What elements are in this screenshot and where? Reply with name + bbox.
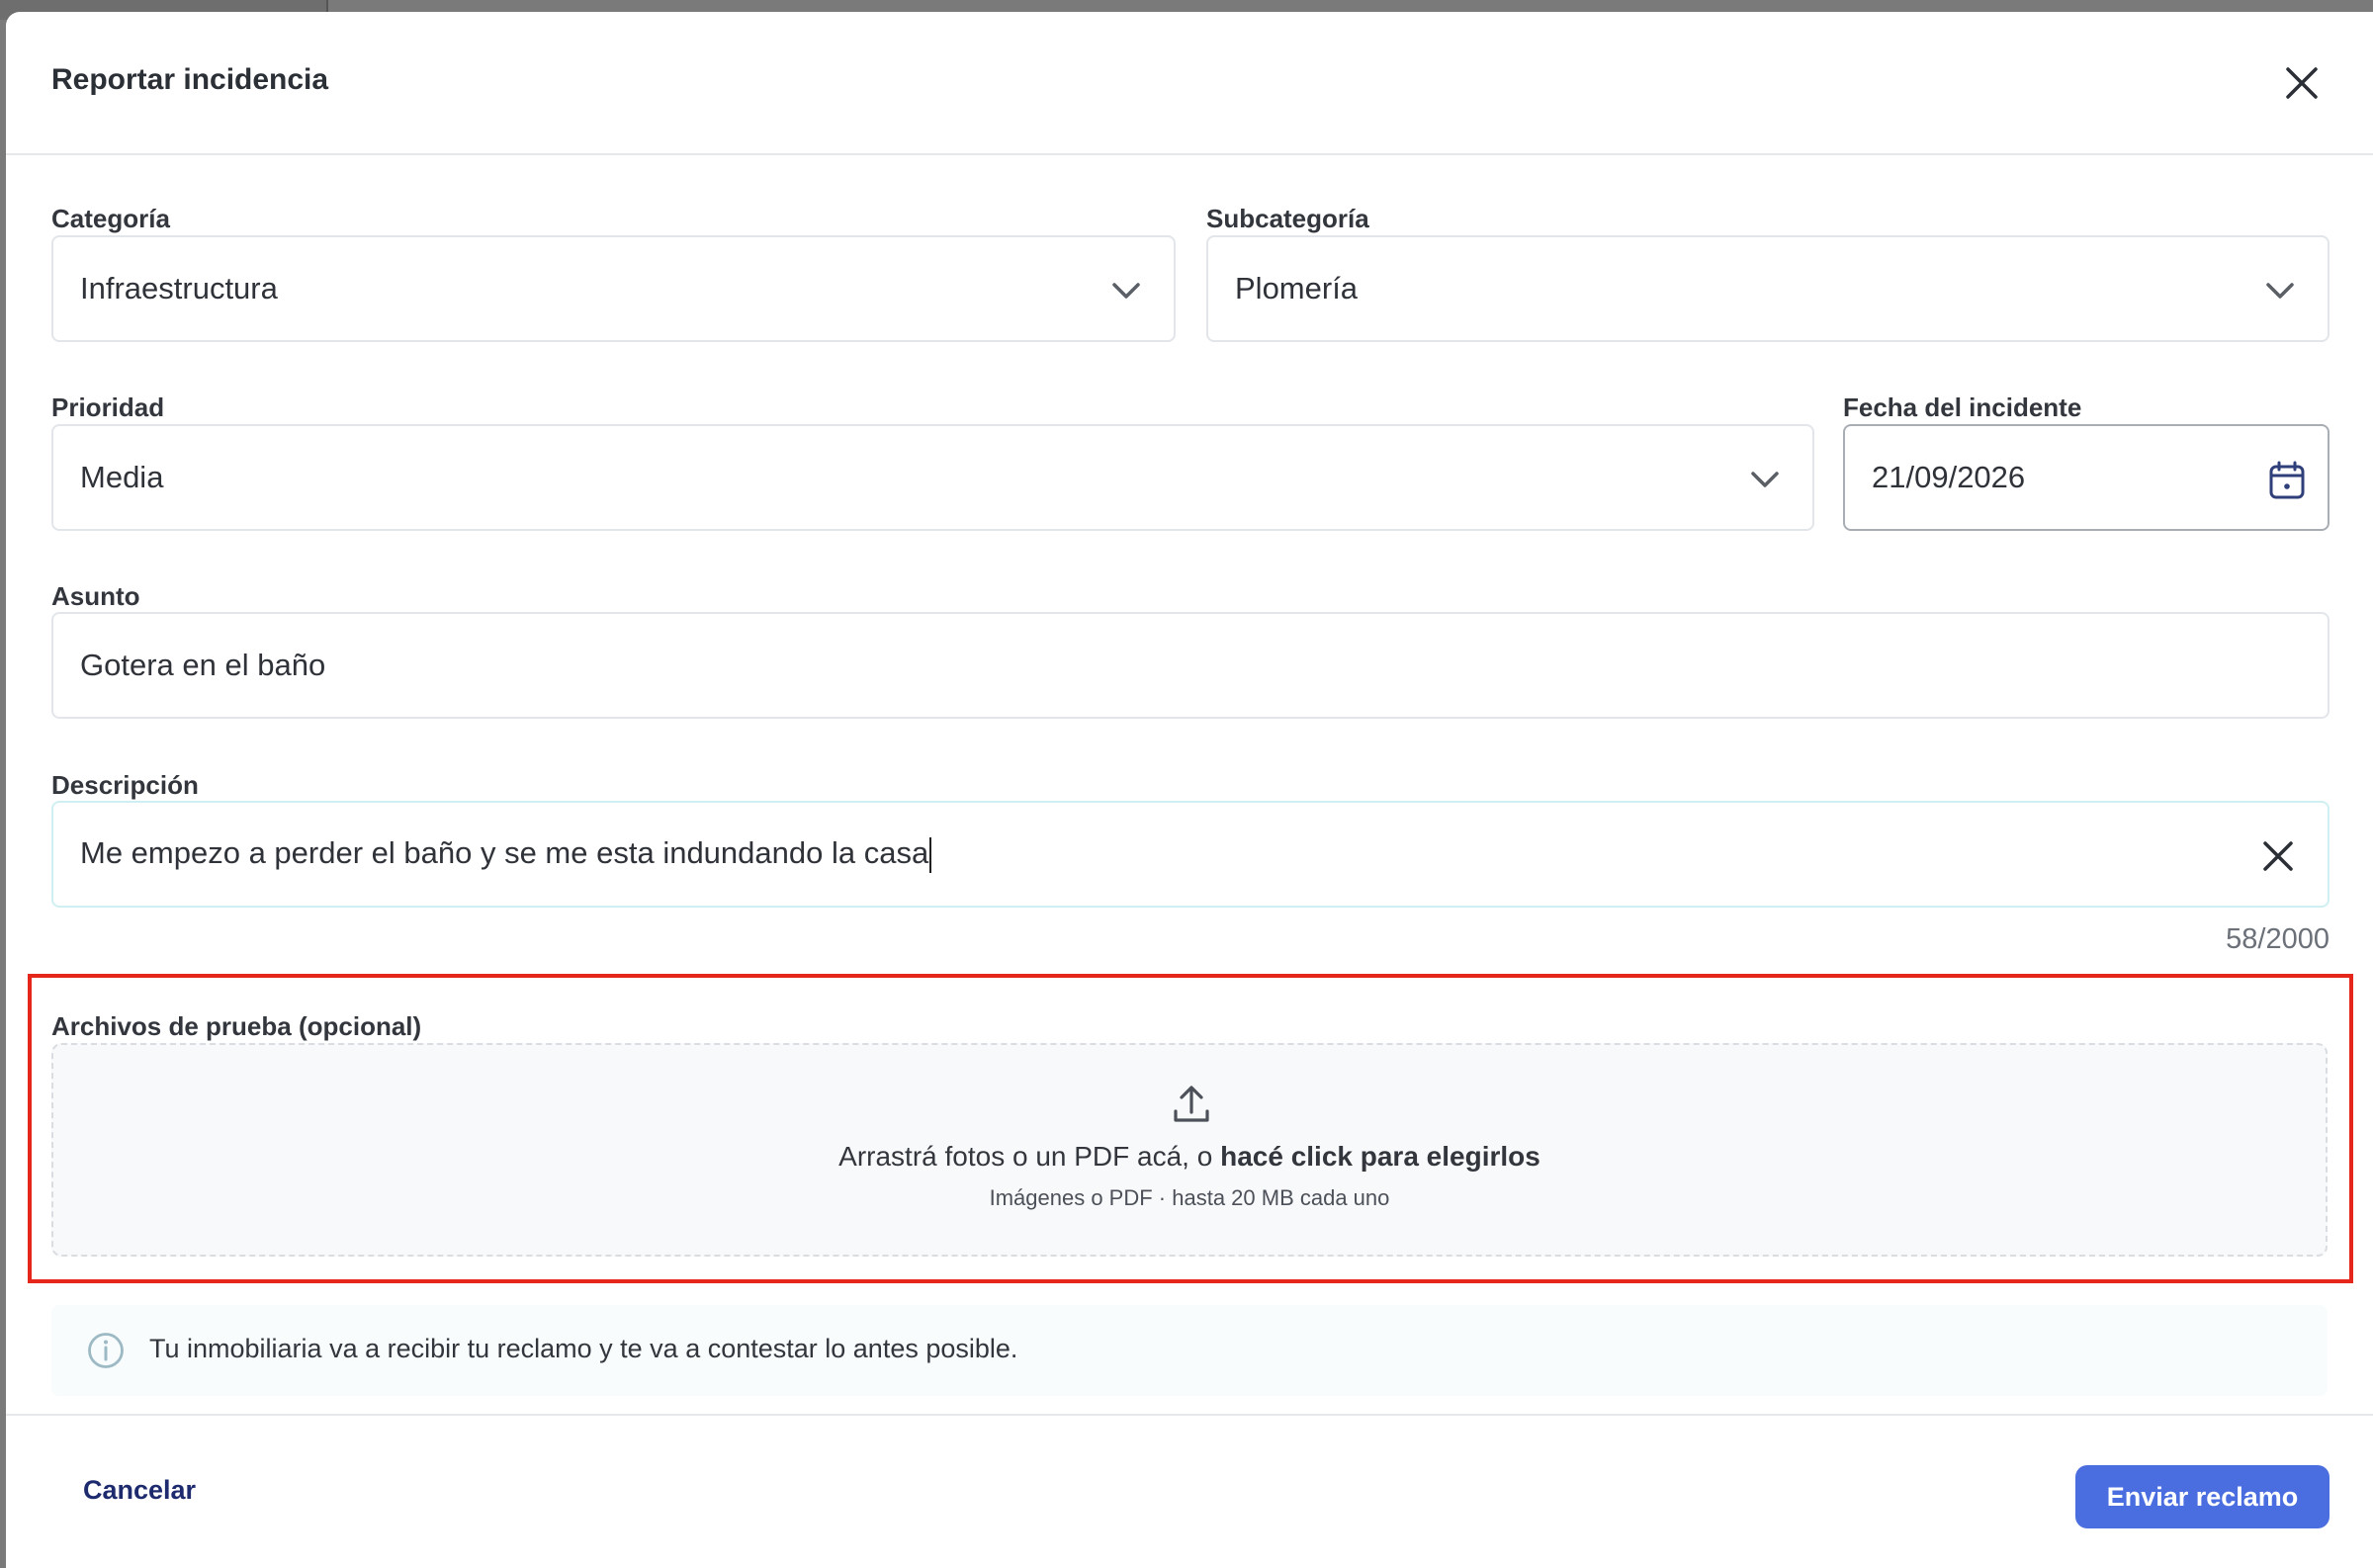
close-icon <box>2286 67 2318 99</box>
subcategoria-label: Subcategoría <box>1206 204 1369 233</box>
fecha-value: 21/09/2026 <box>1872 460 2026 494</box>
categoria-value: Infraestructura <box>80 271 278 305</box>
submit-button[interactable]: Enviar reclamo <box>2075 1465 2329 1528</box>
dialog-title: Reportar incidencia <box>51 63 329 96</box>
subcategoria-value: Plomería <box>1235 271 1359 305</box>
dropzone-instruction: Arrastrá fotos o un PDF acá, o <box>838 1141 1221 1172</box>
fecha-input[interactable]: 21/09/2026 <box>1843 424 2329 531</box>
dropzone-text: Arrastrá fotos o un PDF acá, o hacé clic… <box>53 1141 2326 1173</box>
dropzone-hint: Imágenes o PDF · hasta 20 MB cada uno <box>989 1185 1390 1210</box>
categoria-select[interactable]: Infraestructura <box>51 235 1176 342</box>
file-dropzone[interactable]: Arrastrá fotos o un PDF acá, o hacé clic… <box>51 1043 2328 1257</box>
descripcion-value: Me empezo a perder el baño y se me esta … <box>80 835 932 873</box>
prioridad-select[interactable]: Media <box>51 424 1814 531</box>
info-notice: Tu inmobiliaria va a recibir tu reclamo … <box>51 1305 2328 1396</box>
chevron-down-icon <box>1751 472 1779 487</box>
categoria-label: Categoría <box>51 204 170 233</box>
close-button[interactable] <box>2280 61 2324 105</box>
clear-icon[interactable] <box>2262 840 2294 872</box>
attachments-label: Archivos de prueba (opcional) <box>51 1011 422 1041</box>
dialog-header: Reportar incidencia <box>6 12 2373 155</box>
prioridad-value: Media <box>80 460 164 494</box>
prioridad-label: Prioridad <box>51 392 165 422</box>
descripcion-label: Descripción <box>51 770 199 800</box>
asunto-label: Asunto <box>51 581 140 611</box>
report-incident-dialog: Reportar incidencia Categoría Infraestru… <box>6 12 2373 1568</box>
subcategoria-select[interactable]: Plomería <box>1206 235 2329 342</box>
descripcion-input[interactable]: Me empezo a perder el baño y se me esta … <box>51 801 2329 908</box>
footer-divider <box>6 1414 2373 1416</box>
chevron-down-icon <box>1112 283 1140 299</box>
text-cursor <box>929 836 932 873</box>
calendar-icon[interactable] <box>2268 461 2306 500</box>
chevron-down-icon <box>2266 283 2294 299</box>
upload-icon <box>1174 1086 1209 1122</box>
asunto-input[interactable]: Gotera en el baño <box>51 612 2329 719</box>
info-icon <box>88 1333 124 1368</box>
descripcion-text: Me empezo a perder el baño y se me esta … <box>80 835 929 871</box>
cancel-button[interactable]: Cancelar <box>83 1475 196 1506</box>
asunto-value: Gotera en el baño <box>80 648 326 682</box>
dropzone-choose-link[interactable]: hacé click para elegirlos <box>1220 1141 1540 1172</box>
character-counter: 58/2000 <box>2226 923 2329 955</box>
fecha-label: Fecha del incidente <box>1843 392 2082 422</box>
info-text: Tu inmobiliaria va a recibir tu reclamo … <box>149 1334 1018 1363</box>
